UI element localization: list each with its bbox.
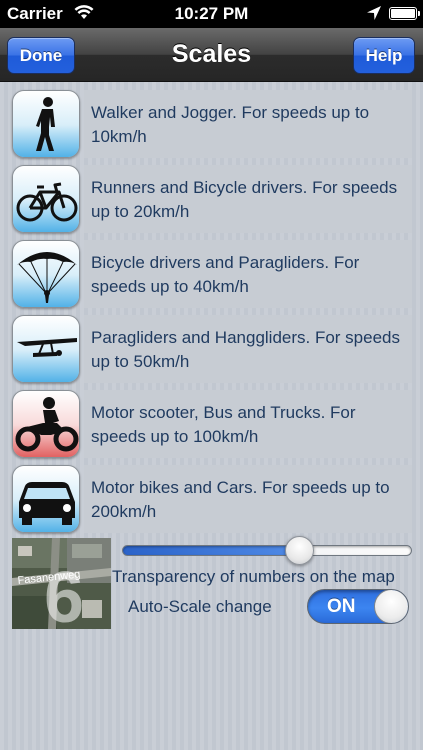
scale-row-car[interactable]: Motor bikes and Cars. For speeds up to 2… [12,465,412,535]
transparency-slider-thumb[interactable] [285,536,314,565]
scale-description: Motor scooter, Bus and Trucks. For speed… [84,390,412,458]
map-preview-image: 6 Fasanenweg [12,538,111,629]
scale-row-motorbike[interactable]: Motor scooter, Bus and Trucks. For speed… [12,390,412,460]
navigation-bar: Done Scales Help [0,28,423,82]
walker-icon [12,90,80,158]
toggle-state-label: ON [327,596,356,617]
transparency-slider-track[interactable] [122,545,412,556]
motorbike-icon [12,390,80,458]
scale-row-hangglider[interactable]: Paragliders and Hanggliders. For speeds … [12,315,412,385]
bicycle-icon [12,165,80,233]
scale-description: Runners and Bicycle drivers. For speeds … [84,165,412,233]
auto-scale-toggle[interactable]: ON [307,589,409,624]
scale-description: Paragliders and Hanggliders. For speeds … [84,315,412,383]
scale-description: Walker and Jogger. For speeds up to 10km… [84,90,412,158]
battery-icon [389,7,420,20]
car-icon [12,465,80,533]
transparency-label: Transparency of numbers on the map [112,567,395,586]
location-arrow-icon [366,5,382,26]
status-bar: Carrier 10:27 PM [0,0,423,28]
clock-label: 10:27 PM [174,4,249,23]
scale-row-paraglider[interactable]: Bicycle drivers and Paragliders. For spe… [12,240,412,310]
auto-scale-label: Auto-Scale change [128,597,272,616]
toggle-knob [374,590,408,623]
help-button[interactable]: Help [353,37,415,74]
scale-row-walker[interactable]: Walker and Jogger. For speeds up to 10km… [12,90,412,160]
scale-description: Bicycle drivers and Paragliders. For spe… [84,240,412,308]
hangglider-icon [12,315,80,383]
scale-row-bicycle[interactable]: Runners and Bicycle drivers. For speeds … [12,165,412,235]
scale-description: Motor bikes and Cars. For speeds up to 2… [84,465,412,533]
paraglider-icon [12,240,80,308]
